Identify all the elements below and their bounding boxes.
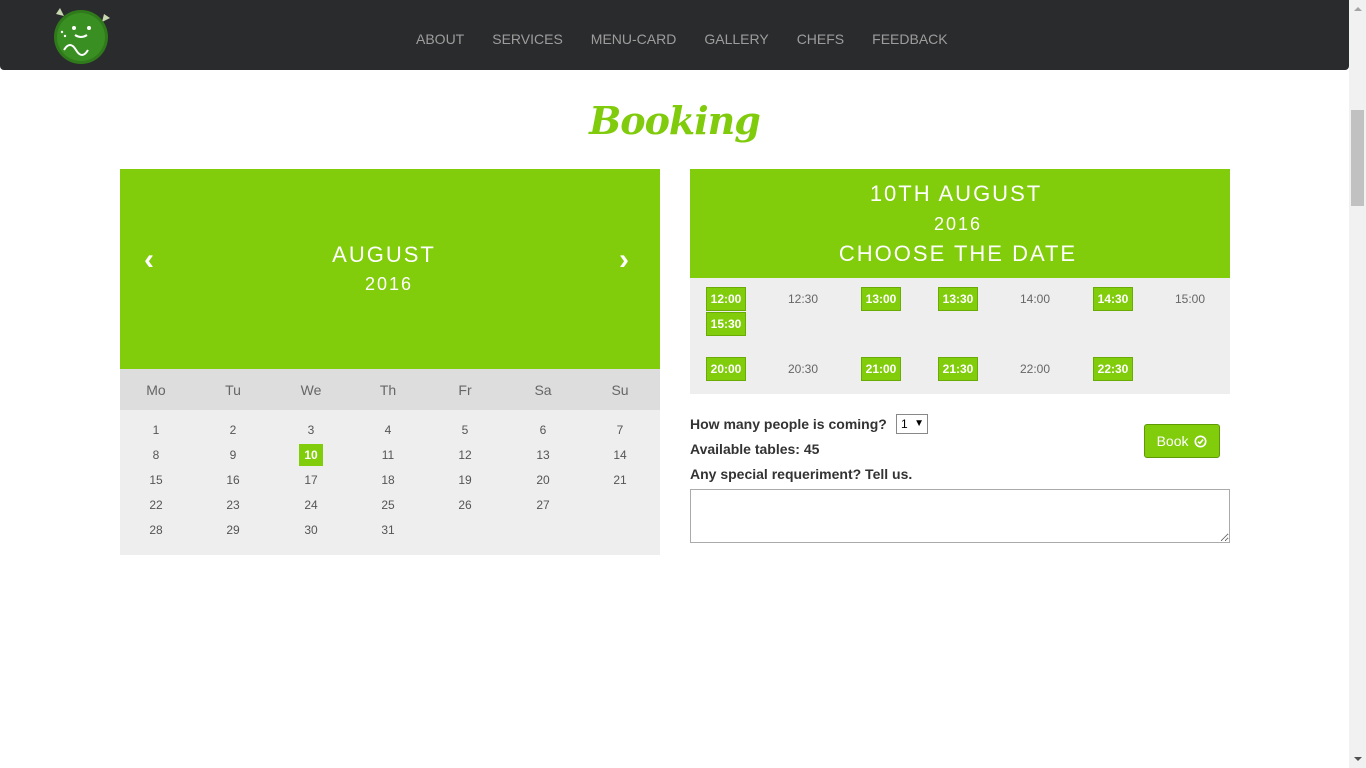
time-slot[interactable]: 22:00: [1015, 357, 1055, 381]
weekday-label: Tu: [225, 382, 241, 398]
calendar-day[interactable]: 2: [213, 419, 253, 441]
time-slot-available[interactable]: 12:00: [706, 287, 746, 311]
time-slot[interactable]: 12:30: [783, 287, 823, 311]
calendar-day[interactable]: 23: [213, 494, 253, 516]
calendar-day[interactable]: 30: [291, 519, 331, 541]
weekday-row: Mo Tu We Th Fr Sa Su: [120, 369, 660, 410]
calendar-day[interactable]: 3: [291, 419, 331, 441]
time-slot-available[interactable]: 20:00: [706, 357, 746, 381]
calendar-day[interactable]: 16: [213, 469, 253, 491]
calendar-day[interactable]: 17: [291, 469, 331, 491]
nav-services[interactable]: SERVICES: [478, 29, 577, 49]
calendar-day[interactable]: 20: [523, 469, 563, 491]
scroll-down-arrow-icon[interactable]: [1349, 751, 1366, 768]
special-requirement-label: Any special requeriment? Tell us.: [690, 466, 913, 482]
selected-year: 2016: [933, 214, 983, 234]
calendar-day[interactable]: 14: [600, 444, 640, 466]
people-question: How many people is coming?: [690, 416, 887, 432]
time-panel-header: 10TH AUGUST 2016 CHOOSE THE DATE: [690, 169, 1230, 278]
calendar-day[interactable]: 15: [136, 469, 176, 491]
time-slot-available[interactable]: 21:30: [938, 357, 978, 381]
weekday-label: Fr: [458, 382, 472, 398]
calendar-day[interactable]: 13: [523, 444, 563, 466]
book-button[interactable]: Book: [1144, 424, 1220, 458]
calendar-day[interactable]: 22: [136, 494, 176, 516]
nav-menu-card[interactable]: MENU-CARD: [577, 29, 691, 49]
calendar-day[interactable]: 12: [445, 444, 485, 466]
select-arrow-icon: ▼: [914, 418, 924, 429]
nav-about[interactable]: ABOUT: [402, 29, 478, 49]
page-title: Booking: [589, 98, 761, 143]
available-tables: Available tables: 45: [690, 441, 820, 457]
scroll-up-arrow-icon[interactable]: [1349, 0, 1366, 17]
calendar-day[interactable]: 28: [136, 519, 176, 541]
logo[interactable]: [48, 6, 114, 66]
next-month-button[interactable]: ›: [619, 245, 629, 275]
calendar-day[interactable]: 7: [600, 419, 640, 441]
time-slot-available[interactable]: 15:30: [706, 312, 746, 336]
calendar-day[interactable]: 26: [445, 494, 485, 516]
weekday-label: We: [300, 382, 322, 398]
scrollbar-thumb[interactable]: [1351, 110, 1364, 206]
time-slot-available[interactable]: 13:30: [938, 287, 978, 311]
calendar-year: 2016: [364, 274, 414, 294]
nav-feedback[interactable]: FEEDBACK: [858, 29, 961, 49]
weekday-label: Su: [611, 382, 629, 398]
calendar-day[interactable]: 29: [213, 519, 253, 541]
calendar: ‹ AUGUST 2016 › Mo Tu We Th Fr Sa Su 123456789…: [120, 169, 660, 555]
book-button-label: Book: [1156, 433, 1189, 449]
special-requirement-input[interactable]: [690, 489, 1230, 543]
people-select[interactable]: 1 ▼: [896, 414, 928, 434]
people-select-value: 1: [901, 417, 908, 431]
calendar-day[interactable]: 8: [136, 444, 176, 466]
weekday-label: Th: [379, 382, 397, 398]
time-slot-available[interactable]: 21:00: [861, 357, 901, 381]
choose-date-label: CHOOSE THE DATE: [838, 241, 1078, 266]
green-monster-logo-icon: [54, 8, 110, 64]
calendar-day[interactable]: 24: [291, 494, 331, 516]
nav-gallery[interactable]: GALLERY: [690, 29, 782, 49]
calendar-day[interactable]: 31: [368, 519, 408, 541]
time-slot-available[interactable]: 13:00: [861, 287, 901, 311]
calendar-day[interactable]: 1: [136, 419, 176, 441]
page-scrollbar[interactable]: [1349, 0, 1366, 768]
main-nav: ABOUT SERVICES MENU-CARD GALLERY CHEFS F…: [402, 0, 962, 70]
time-slot[interactable]: 20:30: [783, 357, 823, 381]
calendar-day[interactable]: 27: [523, 494, 563, 516]
calendar-day[interactable]: 25: [368, 494, 408, 516]
nav-chefs[interactable]: CHEFS: [783, 29, 858, 49]
weekday-label: Sa: [534, 382, 552, 398]
selected-date: 10TH AUGUST: [869, 181, 1043, 206]
top-navbar: ABOUT SERVICES MENU-CARD GALLERY CHEFS F…: [0, 0, 1349, 70]
calendar-day[interactable]: 21: [600, 469, 640, 491]
time-slot[interactable]: 14:00: [1015, 287, 1055, 311]
calendar-day[interactable]: 4: [368, 419, 408, 441]
time-slot-available[interactable]: 14:30: [1093, 287, 1133, 311]
calendar-day[interactable]: 18: [368, 469, 408, 491]
calendar-day-selected[interactable]: 10: [299, 444, 323, 466]
calendar-day[interactable]: 11: [368, 444, 408, 466]
check-circle-icon: [1194, 435, 1207, 448]
calendar-month: AUGUST: [332, 242, 436, 267]
time-panel: 10TH AUGUST 2016 CHOOSE THE DATE 12:00 12…: [690, 169, 1230, 394]
calendar-header: ‹ AUGUST 2016 ›: [120, 169, 660, 369]
time-slot[interactable]: 15:00: [1170, 287, 1210, 311]
time-slot-available[interactable]: 22:30: [1093, 357, 1133, 381]
weekday-label: Mo: [146, 382, 166, 398]
calendar-day[interactable]: 6: [523, 419, 563, 441]
calendar-day[interactable]: 5: [445, 419, 485, 441]
calendar-day[interactable]: 19: [445, 469, 485, 491]
page: ABOUT SERVICES MENU-CARD GALLERY CHEFS F…: [0, 0, 1366, 768]
calendar-day[interactable]: 9: [213, 444, 253, 466]
